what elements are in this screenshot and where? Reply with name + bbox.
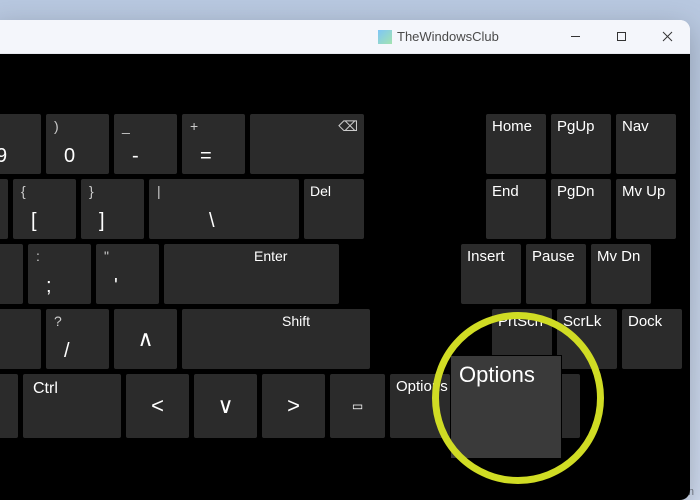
key-scrlk[interactable]: ScrLk: [557, 309, 617, 369]
key-fn[interactable]: [0, 374, 18, 438]
minimize-button[interactable]: [552, 20, 598, 54]
key-arrow-left[interactable]: <: [126, 374, 189, 438]
key-options[interactable]: Options: [390, 374, 450, 438]
app-logo-icon: [378, 30, 392, 44]
app-window: TheWindowsClub ( 9: [0, 20, 690, 500]
minimize-icon: [570, 31, 581, 42]
key-right-bracket[interactable]: } ]: [81, 179, 144, 239]
key-p[interactable]: p: [0, 179, 8, 239]
maximize-icon: [616, 31, 627, 42]
key-dock[interactable]: Dock: [622, 309, 682, 369]
maximize-button[interactable]: [598, 20, 644, 54]
key-left-bracket[interactable]: { [: [13, 179, 76, 239]
key-del[interactable]: Del: [304, 179, 364, 239]
key-mvdn[interactable]: Mv Dn: [591, 244, 651, 304]
key-arrow-right[interactable]: >: [262, 374, 325, 438]
key-arrow-up[interactable]: ∧: [114, 309, 177, 369]
options-popup[interactable]: Options: [451, 356, 561, 458]
menu-icon: ▭: [352, 399, 363, 413]
key-pgdn[interactable]: PgDn: [551, 179, 611, 239]
close-icon: [662, 31, 673, 42]
key-pause[interactable]: Pause: [526, 244, 586, 304]
key-0[interactable]: ) 0: [46, 114, 109, 174]
key-shift[interactable]: Shift: [182, 309, 370, 369]
chevron-right-icon: >: [287, 393, 300, 419]
key-9[interactable]: ( 9: [0, 114, 41, 174]
key-quote[interactable]: " ': [96, 244, 159, 304]
titlebar: TheWindowsClub: [0, 20, 690, 54]
options-popup-label: Options: [459, 362, 535, 387]
key-ctrl[interactable]: Ctrl: [23, 374, 121, 438]
key-insert[interactable]: Insert: [461, 244, 521, 304]
key-home[interactable]: Home: [486, 114, 546, 174]
key-enter[interactable]: Enter: [164, 244, 339, 304]
key-equals[interactable]: + =: [182, 114, 245, 174]
key-semicolon[interactable]: : ;: [28, 244, 91, 304]
window-title: TheWindowsClub: [397, 29, 499, 44]
key-l[interactable]: l: [0, 244, 23, 304]
key-end[interactable]: End: [486, 179, 546, 239]
on-screen-keyboard: ( 9 ) 0 _ - + = ⌫ Home: [0, 54, 690, 500]
key-period[interactable]: > .: [0, 309, 41, 369]
watermark: wsxdn.com: [639, 486, 694, 498]
key-arrow-down[interactable]: ∨: [194, 374, 257, 438]
key-backspace[interactable]: ⌫: [250, 114, 364, 174]
chevron-left-icon: <: [151, 393, 164, 419]
key-menu[interactable]: ▭: [330, 374, 385, 438]
key-backslash[interactable]: | \: [149, 179, 299, 239]
key-mvup[interactable]: Mv Up: [616, 179, 676, 239]
chevron-down-icon: ∨: [217, 393, 233, 419]
key-pgup[interactable]: PgUp: [551, 114, 611, 174]
key-nav[interactable]: Nav: [616, 114, 676, 174]
close-button[interactable]: [644, 20, 690, 54]
chevron-up-icon: ∧: [137, 326, 153, 352]
key-minus[interactable]: _ -: [114, 114, 177, 174]
backspace-icon: ⌫: [338, 118, 358, 135]
key-slash[interactable]: ? /: [46, 309, 109, 369]
